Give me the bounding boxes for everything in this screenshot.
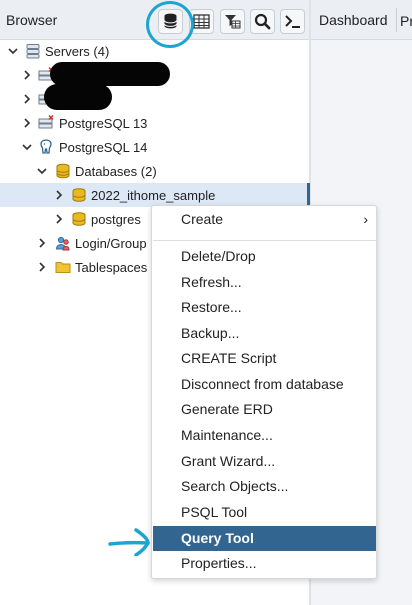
annotation-arrow-icon (108, 528, 150, 556)
tree-label: PostgreSQL 14 (59, 140, 148, 155)
context-menu: Create › Delete/Drop Refresh... Restore.… (151, 205, 377, 579)
tab-dashboard[interactable]: Dashboard (319, 12, 388, 28)
tree-label: Login/Group (75, 236, 147, 251)
tree-label: Tablespaces (75, 260, 148, 275)
panel-title: Browser (6, 12, 58, 28)
menu-item-maintenance[interactable]: Maintenance... (153, 423, 376, 448)
user-group-icon (55, 235, 71, 251)
chevron-down-icon[interactable] (20, 135, 34, 159)
menu-item-disconnect[interactable]: Disconnect from database (153, 372, 376, 397)
redaction-mark (50, 62, 170, 86)
database-icon (71, 211, 87, 227)
menu-item-grant-wizard[interactable]: Grant Wizard... (153, 449, 376, 474)
server-group-icon (25, 43, 41, 59)
table-grid-icon (193, 14, 210, 29)
tab-divider (396, 8, 397, 32)
tree-label: PostgreSQL 13 (59, 116, 148, 131)
database-icon (71, 187, 87, 203)
menu-item-search-objects[interactable]: Search Objects... (153, 474, 376, 499)
menu-item-create-script[interactable]: CREATE Script (153, 346, 376, 371)
menu-item-psql-tool[interactable]: PSQL Tool (153, 500, 376, 525)
chevron-right-icon[interactable] (20, 63, 34, 87)
tree-label: Servers (4) (45, 44, 110, 59)
menu-item-generate-erd[interactable]: Generate ERD (153, 397, 376, 422)
menu-item-label: Create (181, 211, 224, 227)
chevron-right-icon[interactable] (35, 255, 49, 279)
chevron-right-icon[interactable] (20, 87, 34, 111)
chevron-right-icon[interactable] (52, 183, 66, 207)
chevron-down-icon[interactable] (35, 159, 49, 183)
database-group-icon (55, 163, 71, 179)
menu-item-backup[interactable]: Backup... (153, 321, 376, 346)
filter-table-icon (225, 15, 241, 29)
chevron-right-icon[interactable] (35, 231, 49, 255)
chevron-right-icon[interactable] (20, 111, 34, 135)
filtered-rows-button[interactable] (220, 9, 245, 34)
menu-item-refresh[interactable]: Refresh... (153, 270, 376, 295)
chevron-right-icon[interactable] (52, 207, 66, 231)
tree-node-servers[interactable]: Servers (4) (0, 39, 310, 63)
tree-node-postgresql-14[interactable]: PostgreSQL 14 (0, 135, 310, 159)
menu-item-restore[interactable]: Restore... (153, 295, 376, 320)
tree-node-postgresql-13[interactable]: PostgreSQL 13 (0, 111, 310, 135)
menu-item-create[interactable]: Create › (153, 207, 376, 232)
menu-divider (153, 240, 376, 241)
server-disconnected-icon (38, 114, 54, 131)
menu-item-properties[interactable]: Properties... (153, 551, 376, 576)
postgres-elephant-icon (38, 139, 54, 155)
tree-label: Databases (2) (75, 164, 157, 179)
chevron-down-icon[interactable] (6, 39, 20, 63)
folder-icon (55, 259, 71, 275)
tree-label: postgres (91, 212, 141, 227)
terminal-icon (285, 15, 300, 28)
search-icon (254, 13, 271, 30)
tree-node-databases[interactable]: Databases (2) (0, 159, 310, 183)
psql-tool-button[interactable] (280, 9, 305, 34)
search-objects-button[interactable] (250, 9, 275, 34)
redaction-mark (44, 84, 112, 110)
tab-next[interactable]: Pr (400, 13, 412, 27)
menu-item-delete-drop[interactable]: Delete/Drop (153, 244, 376, 269)
chevron-right-icon: › (363, 211, 368, 227)
menu-item-query-tool[interactable]: Query Tool (153, 526, 376, 551)
tree-label: 2022_ithome_sample (91, 188, 216, 203)
tree-node-db-2022-ithome-sample[interactable]: 2022_ithome_sample (0, 183, 310, 207)
